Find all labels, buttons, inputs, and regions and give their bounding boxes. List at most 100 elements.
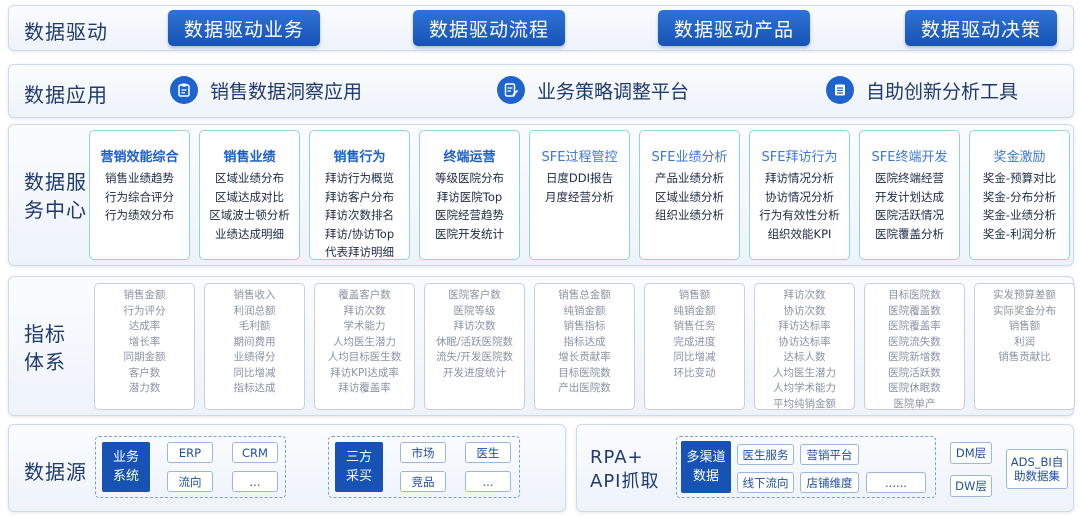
- indicator-line: 医院流失数: [888, 335, 941, 348]
- dw-layer-chip[interactable]: DW层: [950, 475, 992, 497]
- indicator-line: 协访次数: [783, 304, 826, 317]
- drive-product-button[interactable]: 数据驱动产品: [658, 10, 810, 46]
- service-card-title: SFE过程管控: [541, 150, 618, 165]
- indicator-card-4: 医院客户数 医院等级 拜访次数 休眠/活跃医院数 流失/开发医院数 开发进度统计: [424, 283, 525, 410]
- service-card-marketing[interactable]: 营销效能综合 销售业绩趋势 行为综合评分 行为绩效分布: [89, 130, 190, 260]
- indicator-title-line2: 体系: [24, 350, 66, 374]
- service-card-title: SFE终端开发: [871, 150, 948, 165]
- offline-flow-chip[interactable]: 线下流向: [737, 472, 794, 493]
- indicator-line: 医院新增数: [888, 351, 941, 363]
- service-card-sales-behavior[interactable]: 销售行为 拜访行为概览 拜访客户分布 拜访次数排名 拜访/协访Top 代表拜访明…: [309, 130, 410, 260]
- strategy-platform-app[interactable]: 业务策略调整平台: [497, 73, 689, 107]
- indicator-line: 指标达成: [233, 382, 276, 394]
- indicator-line: 销售额: [1008, 320, 1041, 332]
- business-system-line2: 系统: [112, 469, 139, 484]
- service-card-sfe-performance[interactable]: SFE业绩分析 产品业绩分析 区域业绩分析 组织业绩分析: [639, 130, 740, 260]
- indicator-title-line1: 指标: [24, 322, 66, 346]
- ads-bi-dataset-chip[interactable]: ADS_BI自 助数据集: [1006, 449, 1068, 489]
- indicator-line: 学术能力: [343, 320, 386, 332]
- flow-chip[interactable]: 流向: [167, 471, 213, 492]
- service-line: 销售业绩趋势: [105, 171, 174, 185]
- third-party-line1: 三方: [345, 450, 372, 465]
- data-service-title: 数据服 务中心: [24, 168, 87, 224]
- indicator-line: 指标达成: [563, 335, 606, 348]
- indicator-line: 行为评分: [123, 304, 166, 317]
- dm-layer-chip[interactable]: DM层: [950, 442, 992, 464]
- indicator-line: 环比变动: [673, 366, 716, 379]
- indicator-line: 医院单产: [893, 397, 936, 410]
- service-card-terminal-operation[interactable]: 终端运营 等级医院分布 拜访医院Top 医院经营趋势 医院开发统计: [419, 130, 520, 260]
- crm-chip[interactable]: CRM: [232, 442, 278, 463]
- service-line: 日度DDI报告: [545, 171, 614, 185]
- service-line: 行为绩效分布: [105, 208, 174, 222]
- indicator-line: 人均学术能力: [773, 382, 836, 394]
- indicator-line: 协访达标率: [778, 335, 831, 348]
- service-line: 拜访/协访Top: [324, 226, 395, 241]
- rpa-title-line2: API抓取: [590, 471, 660, 492]
- more-chip[interactable]: ......: [866, 472, 926, 493]
- competitor-chip[interactable]: 竞品: [400, 471, 446, 492]
- service-line: 区域波士顿分析: [209, 208, 290, 222]
- store-dimension-chip[interactable]: 店铺维度: [800, 472, 859, 493]
- sales-insight-app[interactable]: 销售数据洞察应用: [170, 73, 362, 107]
- service-line: 行为综合评分: [105, 189, 174, 204]
- service-line: 医院经营趋势: [435, 208, 504, 222]
- indicator-line: 业绩得分: [233, 351, 276, 363]
- service-line: 协访情况分析: [765, 189, 834, 204]
- service-card-sfe-visit[interactable]: SFE拜访行为 拜访情况分析 协访情况分析 行为有效性分析 组织效能KPI: [749, 130, 850, 260]
- service-line: 医院活跃情况: [875, 208, 944, 222]
- service-line: 产品业绩分析: [655, 171, 724, 185]
- marketing-platform-chip[interactable]: 营销平台: [800, 444, 859, 465]
- service-card-title: 销售业绩: [223, 150, 276, 165]
- drive-process-button[interactable]: 数据驱动流程: [413, 10, 565, 46]
- drive-decision-button[interactable]: 数据驱动决策: [905, 10, 1057, 46]
- indicator-card-5: 销售总金额 纯销金额 销售指标 指标达成 增长贡献率 目标医院数 产出医院数: [534, 283, 635, 410]
- indicator-line: 流失/开发医院数: [435, 351, 514, 363]
- service-card-sfe-terminal[interactable]: SFE终端开发 医院终端经营 开发计划达成 医院活跃情况 医院覆盖分析: [859, 130, 960, 260]
- self-service-tool-app[interactable]: 自助创新分析工具: [826, 73, 1018, 107]
- indicator-line: 实际奖金分布: [993, 304, 1056, 317]
- service-card-sales-performance[interactable]: 销售业绩 区域业绩分布 区域达成对比 区域波士顿分析 业绩达成明细: [199, 130, 300, 260]
- erp-chip[interactable]: ERP: [167, 442, 213, 463]
- indicator-line: 同比增减: [673, 351, 716, 363]
- business-system-block[interactable]: 业务 系统: [102, 442, 150, 492]
- service-line: 区域业绩分布: [215, 171, 284, 185]
- service-line: 拜访情况分析: [765, 171, 834, 185]
- service-line: 拜访次数排名: [325, 208, 394, 222]
- indicator-card-3: 覆盖客户数 拜访次数 学术能力 人均医生潜力 人均目标医生数 拜访KPI达成率 …: [314, 283, 415, 410]
- multi-channel-block[interactable]: 多渠道 数据: [681, 441, 731, 493]
- service-card-title: 终端运营: [443, 150, 496, 165]
- indicator-line: 人均医生潜力: [333, 335, 396, 348]
- indicator-line: 医院活跃数: [888, 366, 941, 379]
- doctor-chip[interactable]: 医生: [465, 442, 511, 463]
- multi-channel-line1: 多渠道: [686, 450, 726, 465]
- service-line: 拜访医院Top: [436, 189, 503, 204]
- data-service-title-line2: 务中心: [24, 198, 87, 222]
- service-line: 区域达成对比: [215, 189, 284, 204]
- indicator-line: 同比增减: [233, 366, 276, 379]
- indicator-card-8: 目标医院数 医院覆盖数 医院覆盖率 医院流失数 医院新增数 医院活跃数 医院休眠…: [864, 283, 965, 410]
- more-chip[interactable]: ...: [232, 471, 278, 492]
- sales-insight-label: 销售数据洞察应用: [210, 80, 363, 103]
- service-line: 拜访行为概览: [325, 171, 394, 185]
- business-system-line1: 业务: [112, 450, 139, 465]
- market-chip[interactable]: 市场: [400, 442, 446, 463]
- indicator-line: 医院休眠数: [888, 382, 941, 394]
- indicator-card-6: 销售额 纯销金额 销售任务 完成进度 同比增减 环比变动: [644, 283, 745, 410]
- indicator-line: 销售贡献比: [998, 351, 1051, 363]
- service-line: 奖金-业绩分析: [982, 208, 1057, 222]
- indicator-line: 平均纯销金额: [773, 397, 836, 410]
- indicator-card-7: 拜访次数 协访次数 拜访达标率 协访达标率 达标人数 人均医生潜力 人均学术能力…: [754, 283, 855, 410]
- more-chip[interactable]: ...: [465, 471, 511, 492]
- third-party-block[interactable]: 三方 采买: [335, 442, 383, 492]
- service-line: 组织业绩分析: [655, 208, 724, 222]
- service-card-sfe-process[interactable]: SFE过程管控 日度DDI报告 月度经营分析: [529, 130, 630, 260]
- indicator-line: 销售任务: [673, 320, 716, 332]
- service-card-title: SFE业绩分析: [651, 150, 728, 165]
- indicator-line: 目标医院数: [888, 289, 941, 301]
- indicator-line: 拜访达标率: [778, 320, 831, 332]
- service-card-bonus[interactable]: 奖金激励 奖金-预算对比 奖金-分布分析 奖金-业绩分析 奖金-利润分析: [969, 130, 1070, 260]
- indicator-line: 拜访KPI达成率: [330, 366, 399, 379]
- doctor-service-chip[interactable]: 医生服务: [737, 444, 794, 465]
- drive-business-button[interactable]: 数据驱动业务: [168, 10, 320, 46]
